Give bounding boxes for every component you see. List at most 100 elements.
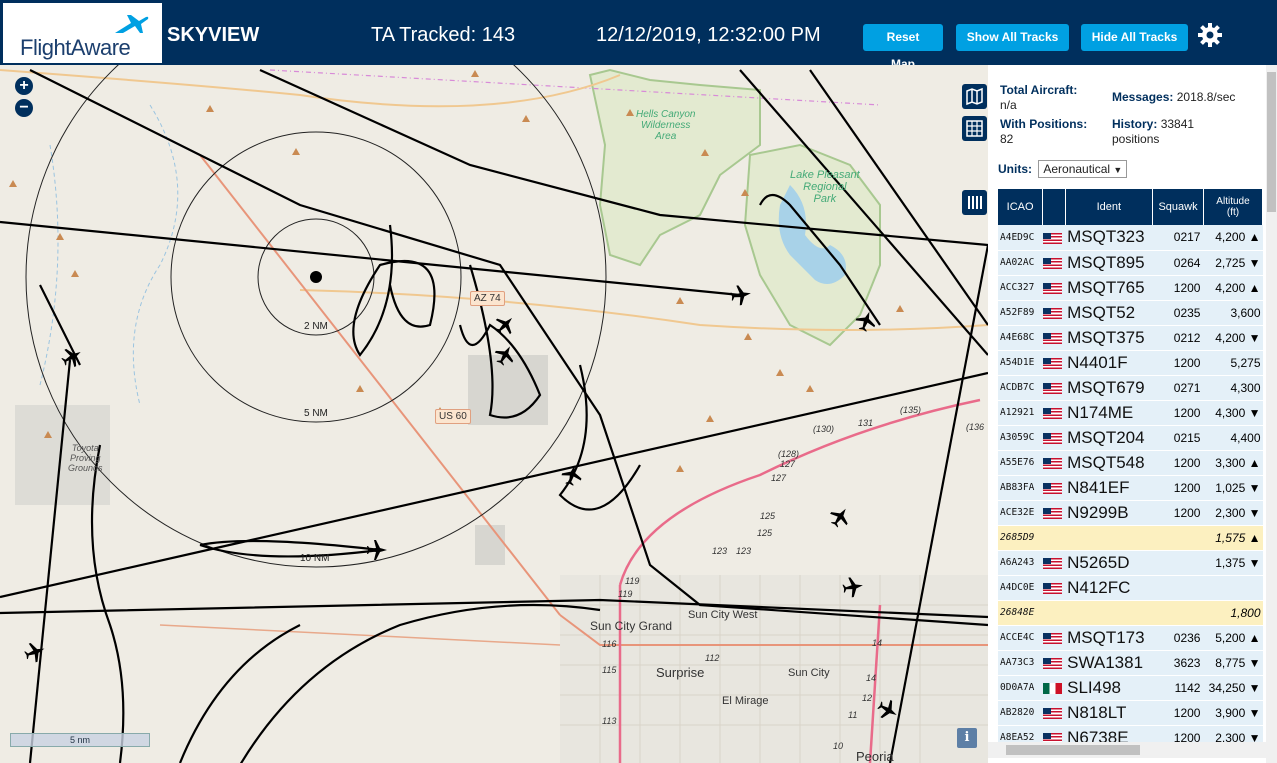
map-canvas[interactable]: Hells Canyon Wilderness Area Lake Pleasa… bbox=[0, 65, 988, 763]
show-all-tracks-button[interactable]: Show All Tracks bbox=[956, 24, 1069, 51]
table-row[interactable]: 2685D9 1,575 ▲ bbox=[998, 525, 1263, 551]
icao-cell: A55E76 bbox=[998, 450, 1043, 476]
history-stat: History: 33841 positions bbox=[1112, 117, 1194, 147]
icao-cell: ACE32E bbox=[998, 500, 1043, 526]
aircraft-sidebar: Total Aircraft: n/a With Positions: 82 M… bbox=[988, 65, 1277, 763]
table-row[interactable]: ACDB7C MSQT679 0271 4,300 bbox=[998, 375, 1263, 401]
altitude-cell: 8,775 ▼ bbox=[1203, 650, 1263, 676]
flag-cell bbox=[1042, 600, 1066, 626]
col-header-flag[interactable] bbox=[1042, 189, 1066, 225]
ident-cell: MSQT765 bbox=[1065, 275, 1153, 301]
map-scale-bar: 5 nm bbox=[10, 733, 150, 747]
table-row[interactable]: A4E68C MSQT375 0212 4,200 ▼ bbox=[998, 325, 1263, 351]
hide-all-tracks-button[interactable]: Hide All Tracks bbox=[1081, 24, 1188, 51]
road-number: 10 bbox=[833, 741, 844, 751]
road-number: 125 bbox=[760, 511, 776, 521]
ident-cell: MSQT375 bbox=[1065, 325, 1153, 351]
table-row[interactable]: A4DC0E N412FC bbox=[998, 575, 1263, 601]
col-header-altitude[interactable]: Altitude (ft) bbox=[1203, 189, 1263, 225]
reset-map-button[interactable]: Reset Map bbox=[863, 24, 943, 71]
table-row[interactable]: AA73C3 SWA1381 3623 8,775 ▼ bbox=[998, 650, 1263, 676]
table-row[interactable]: AB83FA N841EF 1200 1,025 ▼ bbox=[998, 475, 1263, 501]
table-row[interactable]: ACE32E N9299B 1200 2,300 ▼ bbox=[998, 500, 1263, 526]
us-flag-icon bbox=[1042, 557, 1062, 569]
road-number: 123 bbox=[712, 546, 728, 556]
table-row[interactable]: A12921 N174ME 1200 4,300 ▼ bbox=[998, 400, 1263, 426]
table-row[interactable]: AA02AC MSQT895 0264 2,725 ▼ bbox=[998, 250, 1263, 276]
altitude-cell: 5,200 ▲ bbox=[1203, 625, 1263, 651]
icao-cell: AB83FA bbox=[998, 475, 1043, 501]
col-header-icao[interactable]: ICAO bbox=[998, 189, 1044, 225]
table-row[interactable]: A55E76 MSQT548 1200 3,300 ▲ bbox=[998, 450, 1263, 476]
logo-text: FlightAware bbox=[20, 35, 131, 60]
table-row[interactable]: A54D1E N4401F 1200 5,275 bbox=[998, 350, 1263, 376]
flag-cell bbox=[1042, 500, 1066, 526]
squawk-cell: 1200 bbox=[1152, 725, 1204, 742]
label-lake-pleasant: Lake Pleasant Regional Park bbox=[790, 169, 860, 205]
table-row[interactable]: A8EA52 N6738E 1200 2,300 ▼ bbox=[998, 725, 1263, 742]
icao-cell: A3059C bbox=[998, 425, 1043, 451]
units-select[interactable]: Aeronautical ▼ bbox=[1038, 160, 1128, 178]
us-flag-icon bbox=[1042, 507, 1062, 519]
squawk-cell: 0271 bbox=[1152, 375, 1204, 401]
col-header-ident[interactable]: Ident bbox=[1065, 189, 1154, 225]
table-row[interactable]: 26848E 1,800 bbox=[998, 600, 1263, 626]
flag-cell bbox=[1042, 325, 1066, 351]
label-sun-city-grand: Sun City Grand bbox=[590, 619, 673, 633]
us-flag-icon bbox=[1042, 282, 1062, 294]
table-row[interactable]: ACCE4C MSQT173 0236 5,200 ▲ bbox=[998, 625, 1263, 651]
ident-cell: N412FC bbox=[1065, 575, 1153, 601]
road-number: (128) bbox=[778, 449, 800, 459]
ident-cell: SWA1381 bbox=[1065, 650, 1153, 676]
squawk-cell: 1200 bbox=[1152, 700, 1204, 726]
table-row[interactable]: A6A243 N5265D 1,375 ▼ bbox=[998, 550, 1263, 576]
squawk-cell: 1200 bbox=[1152, 350, 1204, 376]
grid-toggle-button[interactable] bbox=[962, 116, 987, 141]
zoom-out-button[interactable]: − bbox=[15, 99, 33, 117]
aircraft-table-container: ICAO Ident Squawk Altitude (ft) A4ED9C MS… bbox=[998, 189, 1263, 742]
info-icon[interactable]: i bbox=[957, 728, 977, 748]
road-shield-us60: US 60 bbox=[435, 409, 471, 424]
icao-cell: A4E68C bbox=[998, 325, 1043, 351]
table-row[interactable]: AB2820 N818LT 1200 3,900 ▼ bbox=[998, 700, 1263, 726]
altitude-cell: 4,400 bbox=[1203, 425, 1263, 451]
table-row[interactable]: 0D0A7A SLI498 1142 34,250 ▼ bbox=[998, 675, 1263, 701]
ident-cell: MSQT548 bbox=[1065, 450, 1153, 476]
icao-cell: AB2820 bbox=[998, 700, 1043, 726]
current-datetime: 12/12/2019, 12:32:00 PM bbox=[596, 24, 821, 46]
ring-label-10nm: 10 NM bbox=[300, 553, 330, 564]
mexico-flag-icon bbox=[1042, 682, 1062, 694]
squawk-cell: 0236 bbox=[1152, 625, 1204, 651]
zoom-in-button[interactable]: + bbox=[15, 77, 33, 95]
table-row[interactable]: A3059C MSQT204 0215 4,400 bbox=[998, 425, 1263, 451]
horizontal-scrollbar-thumb[interactable] bbox=[1006, 745, 1140, 755]
altitude-cell: 5,275 bbox=[1203, 350, 1263, 376]
map-layers-button[interactable] bbox=[962, 84, 987, 109]
map-icon bbox=[966, 87, 983, 106]
icao-cell: 26848E bbox=[998, 600, 1043, 626]
altitude-cell: 2,300 ▼ bbox=[1203, 500, 1263, 526]
road-shield-az74: AZ 74 bbox=[470, 291, 505, 306]
vertical-scrollbar-thumb[interactable] bbox=[1267, 72, 1276, 212]
road-number: 11 bbox=[848, 710, 858, 720]
icao-cell: A12921 bbox=[998, 400, 1043, 426]
ident-cell: N6738E bbox=[1065, 725, 1153, 742]
table-row[interactable]: A4ED9C MSQT323 0217 4,200 ▲ bbox=[998, 225, 1263, 251]
label-toyota-proving-grounds: Toyota Proving Grounds bbox=[68, 443, 103, 473]
gear-icon[interactable] bbox=[1197, 22, 1223, 48]
table-row[interactable]: ACC327 MSQT765 1200 4,200 ▲ bbox=[998, 275, 1263, 301]
altitude-cell: 3,300 ▲ bbox=[1203, 450, 1263, 476]
table-row[interactable]: A52F89 MSQT52 0235 3,600 bbox=[998, 300, 1263, 326]
flightaware-logo[interactable]: FlightAware bbox=[3, 3, 162, 63]
dropdown-arrow-icon: ▼ bbox=[1113, 165, 1123, 175]
with-positions-value: 82 bbox=[1000, 132, 1014, 146]
column-toggle-button[interactable] bbox=[962, 190, 987, 215]
total-aircraft-label: Total Aircraft: bbox=[1000, 83, 1078, 97]
messages-label: Messages: bbox=[1112, 90, 1174, 104]
squawk-cell: 0235 bbox=[1152, 300, 1204, 326]
squawk-cell: 0264 bbox=[1152, 250, 1204, 276]
flag-cell bbox=[1042, 525, 1066, 551]
col-header-squawk[interactable]: Squawk bbox=[1152, 189, 1204, 225]
history-value: 33841 bbox=[1160, 117, 1195, 131]
with-positions-stat: With Positions: 82 bbox=[1000, 117, 1087, 147]
